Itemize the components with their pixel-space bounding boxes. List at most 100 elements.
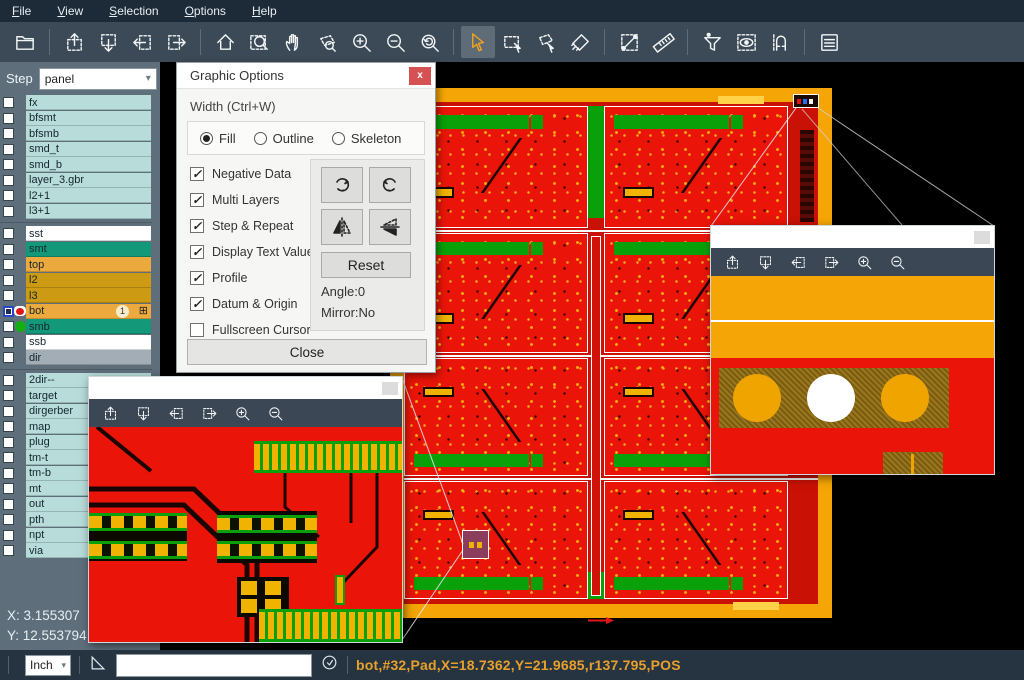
layer-checkbox[interactable] <box>3 514 14 525</box>
layer-name[interactable]: top <box>26 257 151 272</box>
layer-name[interactable]: l2 <box>26 273 151 288</box>
layer-checkbox[interactable] <box>3 275 14 286</box>
layer-name[interactable]: bfsmb <box>26 126 151 141</box>
layer-checkbox[interactable] <box>3 144 14 155</box>
rect-select-button[interactable] <box>495 26 529 58</box>
zoom-window-button[interactable] <box>242 26 276 58</box>
layer-row-dir[interactable]: dir <box>0 350 160 366</box>
move-right-button[interactable] <box>159 26 193 58</box>
layer-row-l3+1[interactable]: l3+1 <box>0 204 160 220</box>
zoom-previous-button[interactable] <box>412 26 446 58</box>
mag-zoom-out-button[interactable] <box>264 402 286 424</box>
layer-name[interactable]: bfsmt <box>26 111 151 126</box>
mag-move-up-button[interactable] <box>99 402 121 424</box>
layer-name[interactable]: l2+1 <box>26 188 151 203</box>
mag-zoom-out-button[interactable] <box>886 251 908 273</box>
mag-move-left-button[interactable] <box>787 251 809 273</box>
menu-help[interactable]: Help <box>252 4 277 18</box>
layer-checkbox[interactable] <box>3 483 14 494</box>
radio-skeleton[interactable]: Skeleton <box>332 131 402 146</box>
layer-checkbox[interactable] <box>3 306 14 317</box>
layer-name[interactable]: fx <box>26 95 151 110</box>
radio-outline[interactable]: Outline <box>254 131 314 146</box>
layer-checkbox[interactable] <box>3 206 14 217</box>
pan-button[interactable] <box>276 26 310 58</box>
layer-checkbox[interactable] <box>3 352 14 363</box>
layer-name[interactable]: sst <box>26 226 151 241</box>
mag-move-right-button[interactable] <box>198 402 220 424</box>
layer-row-smd_t[interactable]: smd_t <box>0 142 160 158</box>
layer-row-smt[interactable]: smt <box>0 242 160 258</box>
magnifier-title-bar[interactable] <box>711 226 994 248</box>
layer-row-top[interactable]: top <box>0 257 160 273</box>
reset-button[interactable]: Reset <box>321 252 411 278</box>
snap-corner-icon[interactable] <box>88 653 108 678</box>
menu-file[interactable]: File <box>12 4 31 18</box>
layer-name[interactable]: smt <box>26 242 151 257</box>
refresh-icon[interactable] <box>320 653 339 677</box>
measure-button[interactable] <box>612 26 646 58</box>
menu-selection[interactable]: Selection <box>109 4 158 18</box>
layer-checkbox[interactable] <box>3 406 14 417</box>
layer-name[interactable]: l3+1 <box>26 204 151 219</box>
magnifier-title-bar[interactable] <box>89 377 402 399</box>
menu-options[interactable]: Options <box>185 4 226 18</box>
layer-checkbox[interactable] <box>3 228 14 239</box>
unit-select[interactable]: Inch ▾ <box>25 655 71 676</box>
mag-move-down-button[interactable] <box>754 251 776 273</box>
layer-row-fx[interactable]: fx <box>0 95 160 111</box>
layer-checkbox[interactable] <box>3 259 14 270</box>
layer-checkbox[interactable] <box>3 375 14 386</box>
layer-checkbox[interactable] <box>3 190 14 201</box>
layer-checkbox[interactable] <box>3 421 14 432</box>
layer-name[interactable]: smb <box>26 319 151 334</box>
mag-move-left-button[interactable] <box>165 402 187 424</box>
dialog-title-bar[interactable]: Graphic Options x <box>177 63 435 89</box>
layer-row-smb[interactable]: smb <box>0 319 160 335</box>
layer-row-ssb[interactable]: ssb <box>0 335 160 351</box>
layer-checkbox[interactable] <box>3 437 14 448</box>
layer-name[interactable]: l3 <box>26 288 151 303</box>
filter-button[interactable] <box>695 26 729 58</box>
mag-move-right-button[interactable] <box>820 251 842 273</box>
rotate-ccw-button[interactable] <box>369 167 411 203</box>
clean-button[interactable] <box>563 26 597 58</box>
radio-fill[interactable]: Fill <box>200 131 236 146</box>
layer-name[interactable]: smd_b <box>26 157 151 172</box>
layer-checkbox[interactable] <box>3 337 14 348</box>
layer-name[interactable]: bot1⊞ <box>26 304 151 319</box>
mag-move-up-button[interactable] <box>721 251 743 273</box>
layer-name[interactable]: dir <box>26 350 151 365</box>
layer-checkbox[interactable] <box>3 499 14 510</box>
poly-select-button[interactable] <box>529 26 563 58</box>
close-icon[interactable]: x <box>409 67 431 85</box>
ruler-button[interactable] <box>646 26 680 58</box>
layer-checkbox[interactable] <box>3 468 14 479</box>
layer-row-layer_3.gbr[interactable]: layer_3.gbr <box>0 173 160 189</box>
open-file-button[interactable] <box>8 26 42 58</box>
layer-checkbox[interactable] <box>3 452 14 463</box>
mag-zoom-in-button[interactable] <box>231 402 253 424</box>
layer-name[interactable]: smd_t <box>26 142 151 157</box>
move-down-button[interactable] <box>91 26 125 58</box>
layer-row-l2[interactable]: l2 <box>0 273 160 289</box>
checkbox-negative-data[interactable]: ✓Negative Data <box>190 161 310 187</box>
magnifier-window-detail[interactable] <box>88 376 403 643</box>
select-tool-button[interactable] <box>461 26 495 58</box>
window-button[interactable] <box>382 382 398 395</box>
zoom-object-button[interactable] <box>310 26 344 58</box>
report-panel-button[interactable] <box>812 26 846 58</box>
layer-checkbox[interactable] <box>3 321 14 332</box>
layer-checkbox[interactable] <box>3 97 14 108</box>
layer-checkbox[interactable] <box>3 244 14 255</box>
checkbox-step-repeat[interactable]: ✓Step & Repeat <box>190 213 310 239</box>
checkbox-multi-layers[interactable]: ✓Multi Layers <box>190 187 310 213</box>
layer-checkbox[interactable] <box>3 128 14 139</box>
mag-zoom-in-button[interactable] <box>853 251 875 273</box>
layer-name[interactable]: layer_3.gbr <box>26 173 151 188</box>
layer-checkbox[interactable] <box>3 159 14 170</box>
layer-row-bfsmt[interactable]: bfsmt <box>0 111 160 127</box>
layer-checkbox[interactable] <box>3 545 14 556</box>
zoom-home-button[interactable] <box>208 26 242 58</box>
move-left-button[interactable] <box>125 26 159 58</box>
